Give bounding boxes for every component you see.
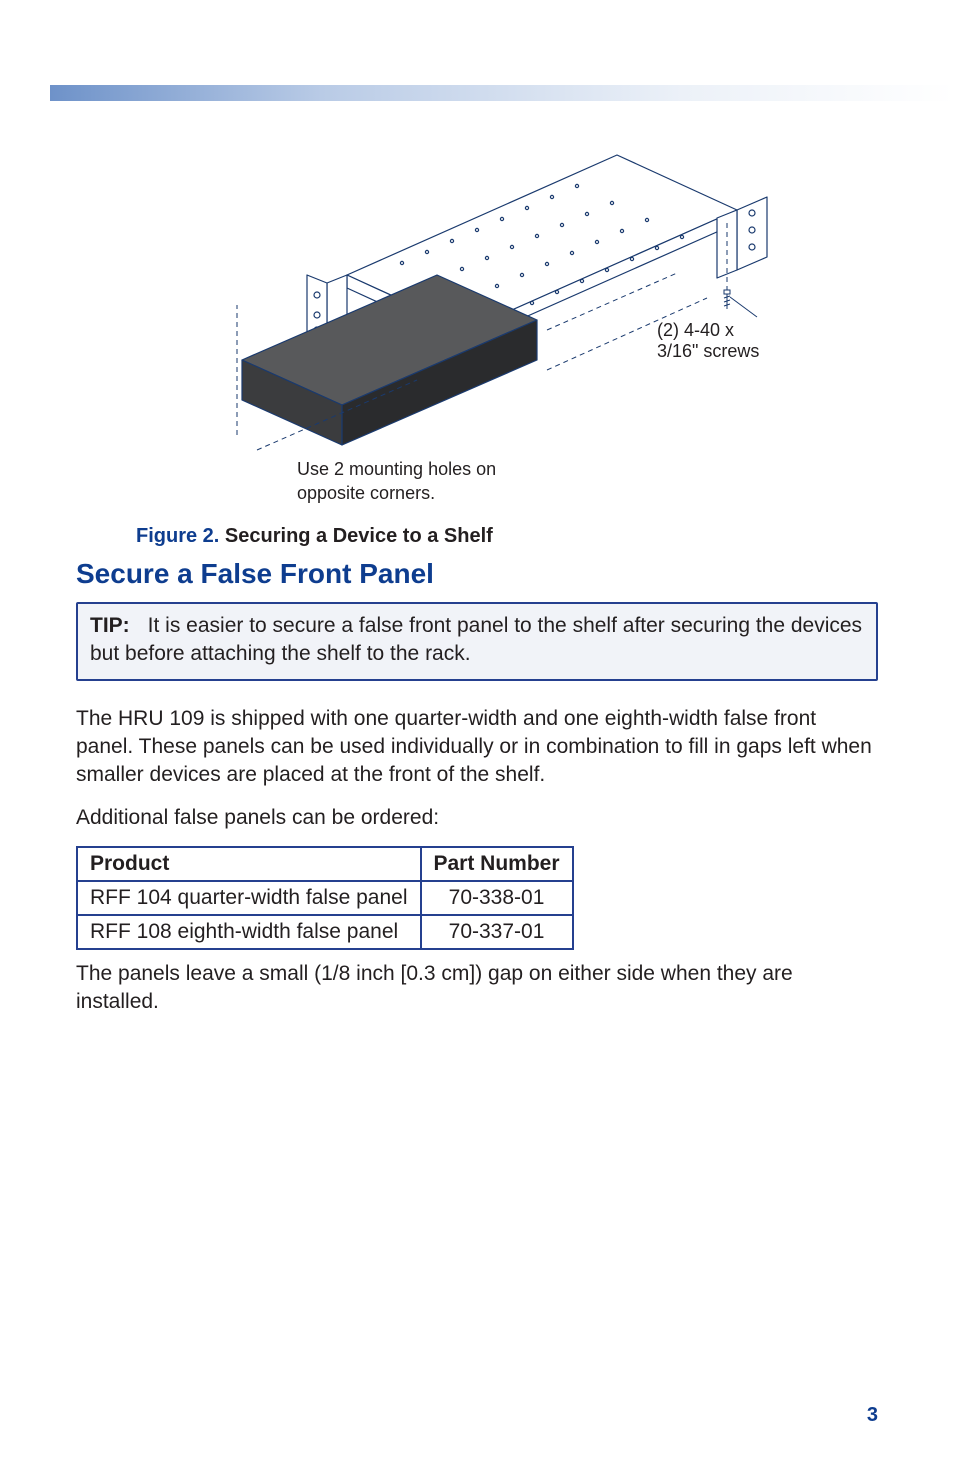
figure-number: Figure 2. [136,525,219,547]
figure-callout-screws: (2) 4-40 x 3/16" screws [657,320,777,362]
header-part-number: Part Number [421,847,573,881]
cell-product: RFF 104 quarter-width false panel [77,881,421,915]
parts-table: Product Part Number RFF 104 quarter-widt… [76,846,574,950]
figure-caption: Figure 2. Securing a Device to a Shelf [136,525,878,548]
tip-label: TIP: [90,614,130,637]
shelf-diagram-svg [177,135,777,475]
paragraph-3: The panels leave a small (1/8 inch [0.3 … [76,960,878,1017]
paragraph-2: Additional false panels can be ordered: [76,804,878,832]
tip-box: TIP:It is easier to secure a false front… [76,602,878,681]
paragraph-1: The HRU 109 is shipped with one quarter-… [76,705,878,790]
figure-2-illustration: (2) 4-40 x 3/16" screws Use 2 mounting h… [177,135,777,500]
figure-callout-holes-line1: Use 2 mounting holes on [297,459,496,479]
header-product: Product [77,847,421,881]
section-heading: Secure a False Front Panel [76,558,878,590]
figure-callout-holes: Use 2 mounting holes on opposite corners… [297,458,496,505]
figure-callout-holes-line2: opposite corners. [297,483,435,503]
header-gradient-bar [50,85,954,101]
cell-part-number: 70-337-01 [421,915,573,949]
tip-text: It is easier to secure a false front pan… [90,614,862,665]
table-row: RFF 104 quarter-width false panel 70-338… [77,881,573,915]
figure-title: Securing a Device to a Shelf [225,525,493,547]
cell-product: RFF 108 eighth-width false panel [77,915,421,949]
table-header-row: Product Part Number [77,847,573,881]
table-row: RFF 108 eighth-width false panel 70-337-… [77,915,573,949]
page-container: (2) 4-40 x 3/16" screws Use 2 mounting h… [0,0,954,1475]
page-number: 3 [867,1404,878,1427]
cell-part-number: 70-338-01 [421,881,573,915]
